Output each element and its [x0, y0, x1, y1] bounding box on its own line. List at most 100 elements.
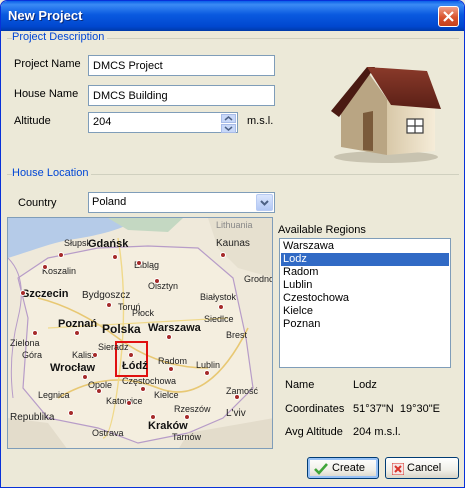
map-label-slupsk: Słupsk: [64, 238, 92, 248]
map-city-dot[interactable]: [150, 414, 156, 420]
map-city-dot[interactable]: [220, 252, 226, 258]
region-map[interactable]: Gdańsk Kaunas Słupsk Elbląg Koszalin Ols…: [7, 217, 273, 449]
altitude-label: Altitude: [14, 115, 51, 127]
detail-name-label: Name: [285, 379, 315, 391]
map-city-dot[interactable]: [74, 330, 80, 336]
map-city-dot[interactable]: [136, 260, 142, 266]
x-icon: [392, 463, 404, 475]
map-label-lodz-marker: Łódź: [122, 360, 148, 372]
map-city-dot[interactable]: [20, 290, 26, 296]
map-city-dot[interactable]: [42, 264, 48, 270]
map-city-dot[interactable]: [92, 352, 98, 358]
map-label-zamosc: Zamość: [226, 386, 259, 396]
create-button[interactable]: Create: [307, 457, 379, 479]
map-city-dot[interactable]: [112, 254, 118, 260]
detail-name-value: Lodz: [353, 379, 377, 391]
map-label-kielce: Kielce: [154, 390, 179, 400]
map-label-lublin: Lublin: [196, 360, 221, 370]
altitude-value: 204: [93, 116, 112, 128]
detail-altitude-label: Avg Altitude: [285, 426, 343, 438]
project-name-field[interactable]: [88, 55, 275, 76]
house-icon: [331, 67, 441, 163]
map-city-dot[interactable]: [140, 386, 146, 392]
map-label-kaunas: Kaunas: [216, 238, 250, 249]
list-item[interactable]: Radom: [281, 266, 449, 279]
list-item[interactable]: Czestochowa: [281, 292, 449, 305]
list-item[interactable]: Poznan: [281, 318, 449, 331]
map-city-dot[interactable]: [82, 374, 88, 380]
map-label-krakow: Kraków: [148, 420, 188, 432]
project-name-label: Project Name: [14, 58, 81, 70]
map-label-zielona: Zielona: [10, 338, 40, 348]
map-label-lviv: L'viv: [226, 408, 246, 419]
list-item[interactable]: Warszawa: [281, 240, 449, 253]
map-city-dot[interactable]: [32, 330, 38, 336]
list-item[interactable]: Kielce: [281, 305, 449, 318]
detail-coordinates-value: 51°37"N 19°30"E: [353, 403, 440, 415]
available-regions-list[interactable]: Warszawa Lodz Radom Lublin Czestochowa K…: [279, 238, 451, 368]
map-label-sieradz: Sieradz: [98, 342, 129, 352]
map-label-wroclaw: Wrocław: [50, 362, 96, 374]
map-city-dot[interactable]: [204, 370, 210, 376]
map-label-radom: Radom: [158, 356, 188, 366]
chevron-up-icon: [224, 116, 233, 121]
map-city-dot[interactable]: [68, 410, 74, 416]
map-city-dot[interactable]: [154, 278, 160, 284]
map-label-warszawa: Warszawa: [148, 322, 201, 334]
close-icon: [443, 11, 454, 22]
altitude-unit: m.s.l.: [247, 115, 274, 127]
map-label-republika: Republika: [10, 412, 55, 423]
project-group-label: Project Description: [12, 31, 108, 43]
map-label-czestochowa: Częstochowa: [122, 376, 177, 386]
map-label-lithuania: Lithuania: [216, 220, 253, 230]
map-label-bialystok: Białystok: [200, 292, 237, 302]
cancel-button[interactable]: Cancel: [385, 457, 459, 479]
map-label-gdansk: Gdańsk: [88, 238, 129, 250]
map-label-katowice: Katowice: [106, 396, 143, 406]
house-name-label: House Name: [14, 88, 79, 100]
map-city-dot[interactable]: [234, 394, 240, 400]
location-group-label: House Location: [12, 167, 92, 179]
country-dropdown-button[interactable]: [256, 194, 273, 211]
map-label-tarnow: Tarnów: [172, 432, 202, 442]
altitude-spin-buttons[interactable]: [221, 114, 236, 133]
title-bar[interactable]: New Project: [1, 1, 464, 31]
detail-altitude-value: 204 m.s.l.: [353, 426, 401, 438]
country-value: Poland: [92, 196, 127, 208]
map-label-siedlce: Siedlce: [204, 314, 234, 324]
map-label-rzeszow: Rzeszów: [174, 404, 211, 414]
map-label-szczecin: Szczecin: [22, 288, 69, 300]
country-label: Country: [18, 197, 57, 209]
map-city-dot[interactable]: [168, 366, 174, 372]
house-name-field[interactable]: [88, 85, 275, 106]
map-city-dot[interactable]: [218, 304, 224, 310]
country-select[interactable]: Poland: [88, 192, 275, 213]
map-label-legnica: Legnica: [38, 390, 70, 400]
map-label-bydgoszcz: Bydgoszcz: [82, 290, 131, 301]
map-city-dot[interactable]: [58, 252, 64, 258]
map-label-polska: Polska: [102, 322, 141, 336]
map-label-poznan: Poznań: [58, 318, 98, 330]
available-regions-label: Available Regions: [278, 224, 366, 236]
map-label-brest: Brest: [226, 330, 248, 340]
map-label-gora: Góra: [22, 350, 43, 360]
altitude-up-arrow[interactable]: [221, 114, 236, 123]
map-city-dot[interactable]: [128, 352, 134, 358]
detail-coordinates-label: Coordinates: [285, 403, 345, 415]
map-city-dot[interactable]: [184, 414, 190, 420]
map-label-plock: Płock: [132, 308, 155, 318]
chevron-down-icon: [224, 126, 233, 131]
list-item[interactable]: Lublin: [281, 279, 449, 292]
map-city-dot[interactable]: [106, 302, 112, 308]
map-label-olsztyn: Olsztyn: [148, 281, 179, 291]
map-city-dot[interactable]: [96, 388, 102, 394]
new-project-dialog: New Project Project Description Project …: [0, 0, 465, 488]
create-button-label: Create: [332, 462, 366, 474]
altitude-down-arrow[interactable]: [221, 124, 236, 133]
cancel-button-label: Cancel: [407, 462, 442, 474]
close-button[interactable]: [438, 6, 459, 27]
list-item-selected[interactable]: Lodz: [281, 253, 449, 266]
map-city-dot[interactable]: [126, 400, 132, 406]
altitude-stepper[interactable]: 204: [88, 112, 238, 133]
map-city-dot[interactable]: [166, 334, 172, 340]
